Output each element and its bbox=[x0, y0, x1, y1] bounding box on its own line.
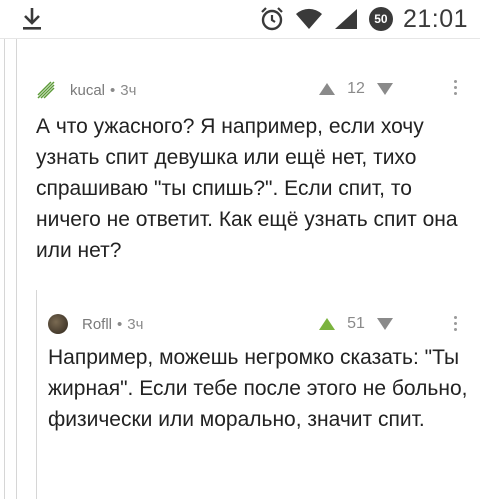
signal-icon bbox=[334, 9, 357, 29]
download-icon bbox=[23, 8, 41, 30]
upvote-icon[interactable] bbox=[318, 82, 336, 96]
comment-header: Rofll • 3ч bbox=[48, 314, 143, 334]
comment-header: kucal • 3ч bbox=[36, 80, 136, 100]
separator: • bbox=[110, 81, 116, 99]
comment-text: А что ужасного? Я например, если хочу уз… bbox=[36, 115, 458, 262]
vote-controls: 51 bbox=[318, 315, 394, 333]
alarm-icon bbox=[261, 7, 283, 31]
battery-icon: 50 bbox=[368, 7, 393, 31]
separator: • bbox=[117, 315, 123, 333]
leaf-avatar-icon bbox=[37, 81, 55, 99]
comment-author[interactable]: kucal bbox=[70, 82, 105, 99]
comment-author[interactable]: Rofll bbox=[82, 316, 112, 333]
downvote-icon[interactable] bbox=[376, 317, 394, 331]
more-options-icon[interactable] bbox=[454, 316, 458, 334]
battery-level: 50 bbox=[374, 12, 388, 26]
user-avatar[interactable] bbox=[48, 314, 68, 334]
status-bar-divider bbox=[0, 38, 480, 39]
status-bar: 50 21:01 bbox=[0, 0, 480, 38]
vote-controls: 12 bbox=[318, 80, 394, 98]
thread-line bbox=[16, 39, 17, 499]
comment-text: Например, можешь негромко сказать: "Ты ж… bbox=[48, 346, 468, 431]
vote-count: 51 bbox=[347, 315, 365, 332]
comment-time: 3ч bbox=[127, 315, 144, 333]
thread-line bbox=[36, 290, 37, 499]
wifi-icon bbox=[295, 8, 322, 29]
more-options-icon[interactable] bbox=[454, 80, 458, 98]
clock: 21:01 bbox=[402, 4, 468, 33]
thread-line bbox=[4, 39, 5, 499]
comment-time: 3ч bbox=[120, 81, 137, 99]
vote-count: 12 bbox=[347, 80, 365, 97]
downvote-icon[interactable] bbox=[376, 82, 394, 96]
upvote-icon[interactable] bbox=[318, 317, 336, 331]
